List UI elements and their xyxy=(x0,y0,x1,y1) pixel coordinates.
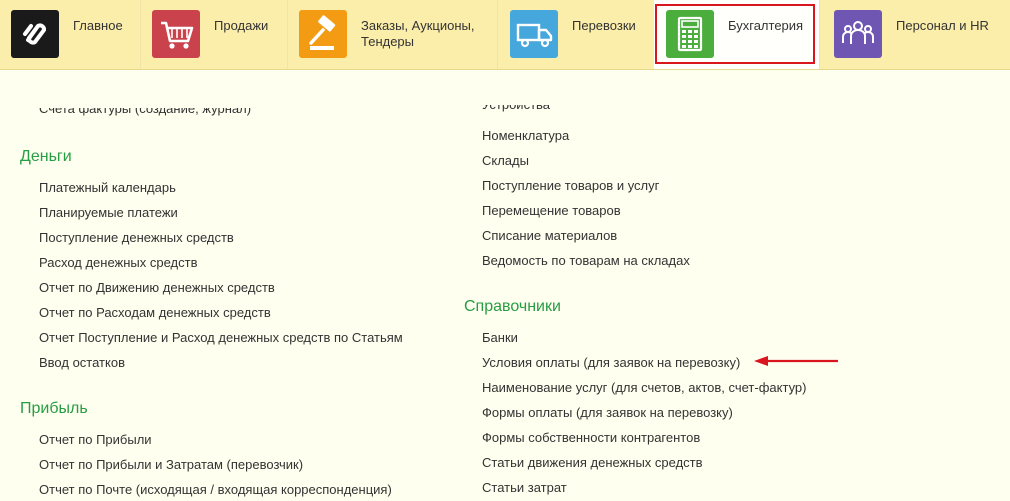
nav-label-transport: Перевозки xyxy=(572,18,636,33)
link-warehouse-goods-statement[interactable]: Ведомость по товарам на складах xyxy=(482,253,690,269)
left-cut-link[interactable]: Счета фактуры (создание, журнал) xyxy=(39,108,251,116)
link-warehouses[interactable]: Склады xyxy=(482,153,529,169)
link-planned-payments[interactable]: Планируемые платежи xyxy=(39,205,178,221)
link-cash-receipts[interactable]: Поступление денежных средств xyxy=(39,230,234,246)
link-profit-costs-report[interactable]: Отчет по Прибыли и Затратам (перевозчик) xyxy=(39,457,303,473)
link-cash-flow-items[interactable]: Статьи движения денежных средств xyxy=(482,455,703,471)
truck-icon xyxy=(510,10,558,58)
nav-item-transport[interactable]: Перевозки xyxy=(498,0,654,69)
link-cost-items[interactable]: Статьи затрат xyxy=(482,480,567,496)
nav-item-orders[interactable]: Заказы, Аукционы, Тендеры xyxy=(288,0,497,69)
nav-label-hr: Персонал и HR xyxy=(896,18,989,33)
people-icon xyxy=(834,10,882,58)
link-ownership-forms[interactable]: Формы собственности контрагентов xyxy=(482,430,700,446)
nav-item-hr[interactable]: Персонал и HR xyxy=(820,0,1010,69)
logo-icon xyxy=(11,10,59,58)
link-service-names[interactable]: Наименование услуг (для счетов, актов, с… xyxy=(482,380,806,396)
nav-item-home[interactable]: Главное xyxy=(0,0,140,69)
section-title-profit: Прибыль xyxy=(20,400,88,417)
link-profit-report[interactable]: Отчет по Прибыли xyxy=(39,432,152,448)
link-goods-receipts[interactable]: Поступление товаров и услуг xyxy=(482,178,659,194)
link-payment-calendar[interactable]: Платежный календарь xyxy=(39,180,176,196)
nav-item-sales[interactable]: Продажи xyxy=(141,0,287,69)
nav-label-home: Главное xyxy=(73,18,123,33)
link-cash-flow-report[interactable]: Отчет по Движению денежных средств xyxy=(39,280,275,296)
link-payment-forms[interactable]: Формы оплаты (для заявок на перевозку) xyxy=(482,405,733,421)
link-cash-expenses[interactable]: Расход денежных средств xyxy=(39,255,198,271)
accounting-menu: Счета фактуры (создание, журнал) Деньги … xyxy=(0,70,1010,501)
link-nomenclature[interactable]: Номенклатура xyxy=(482,128,569,144)
link-banks[interactable]: Банки xyxy=(482,330,518,346)
section-title-references: Справочники xyxy=(464,298,561,315)
link-goods-transfer[interactable]: Перемещение товаров xyxy=(482,203,621,219)
section-title-money: Деньги xyxy=(20,148,72,165)
link-mail-report[interactable]: Отчет по Почте (исходящая / входящая кор… xyxy=(39,482,392,498)
link-opening-balances[interactable]: Ввод остатков xyxy=(39,355,125,371)
link-materials-writeoff[interactable]: Списание материалов xyxy=(482,228,617,244)
accounting-highlight-box xyxy=(655,4,815,64)
link-income-expense-by-items-report[interactable]: Отчет Поступление и Расход денежных сред… xyxy=(39,330,403,346)
gavel-icon xyxy=(299,10,347,58)
right-cut-link[interactable]: Устройства xyxy=(482,105,550,112)
annotation-arrow-icon xyxy=(754,356,838,366)
top-navigation: Главное Продажи Заказы, Аукционы, Тендеры… xyxy=(0,0,1010,70)
nav-label-sales: Продажи xyxy=(214,18,269,33)
link-expense-report[interactable]: Отчет по Расходам денежных средств xyxy=(39,305,271,321)
cart-icon xyxy=(152,10,200,58)
nav-label-orders: Заказы, Аукционы, Тендеры xyxy=(361,18,475,49)
link-payment-terms[interactable]: Условия оплаты (для заявок на перевозку) xyxy=(482,355,740,371)
